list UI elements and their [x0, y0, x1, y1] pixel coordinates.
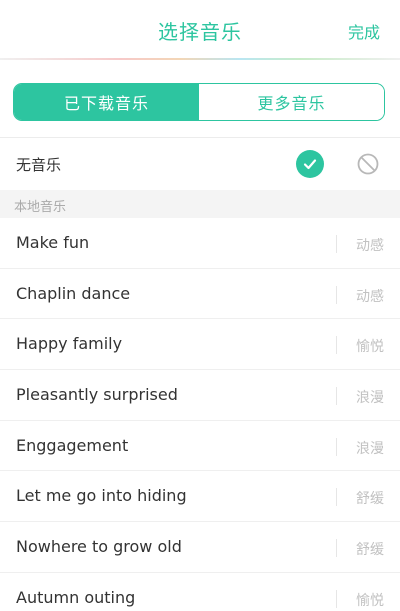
song-name: Chaplin dance	[16, 283, 131, 303]
divider	[336, 285, 337, 304]
mood-tag: 浪漫	[356, 390, 384, 407]
list-item[interactable]: Autumn outing 愉悦	[0, 573, 400, 611]
list-item[interactable]: Pleasantly surprised 浪漫	[0, 370, 400, 421]
tab-more-music[interactable]: 更多音乐	[199, 84, 384, 120]
song-name: Autumn outing	[16, 587, 136, 607]
section-header-local-music: 本地音乐	[0, 190, 400, 218]
divider	[336, 336, 337, 355]
list-item[interactable]: Happy family 愉悦	[0, 319, 400, 371]
song-name: Pleasantly surprised	[16, 385, 178, 405]
mood-tag: 动感	[356, 288, 384, 305]
done-button[interactable]: 完成	[348, 19, 380, 43]
tab-downloaded-music[interactable]: 已下载音乐	[14, 84, 199, 120]
divider	[336, 488, 337, 507]
header-bar: 选择音乐 完成	[0, 0, 400, 58]
divider	[336, 387, 337, 406]
song-name: Enggagement	[16, 435, 129, 455]
music-source-tabs: 已下载音乐 更多音乐	[13, 83, 385, 121]
list-item[interactable]: Make fun 动感	[0, 218, 400, 269]
section-label: 本地音乐	[14, 200, 67, 215]
list-item[interactable]: Nowhere to grow old 舒缓	[0, 522, 400, 573]
list-item[interactable]: Let me go into hiding 舒缓	[0, 471, 400, 523]
mood-tag: 动感	[356, 238, 384, 254]
divider	[336, 235, 337, 253]
ban-icon[interactable]	[356, 152, 380, 176]
no-music-row[interactable]: 无音乐	[0, 138, 400, 190]
divider	[336, 437, 337, 456]
mood-tag: 舒缓	[356, 491, 384, 508]
song-name: Let me go into hiding	[16, 486, 187, 506]
song-name: Happy family	[16, 334, 123, 354]
list-item[interactable]: Enggagement 浪漫	[0, 421, 400, 472]
list-item[interactable]: Chaplin dance 动感	[0, 269, 400, 320]
divider	[336, 589, 337, 608]
mood-tag: 舒缓	[356, 542, 384, 559]
page-title: 选择音乐	[158, 20, 242, 44]
checkmark-icon[interactable]	[296, 150, 324, 178]
no-music-label: 无音乐	[16, 156, 62, 174]
divider	[336, 539, 337, 558]
song-name: Make fun	[16, 233, 90, 252]
header-divider	[0, 58, 400, 60]
song-list: Make fun 动感 Chaplin dance 动感 Happy famil…	[0, 218, 400, 611]
mood-tag: 愉悦	[356, 339, 384, 356]
mood-tag: 浪漫	[356, 440, 384, 457]
mood-tag: 愉悦	[356, 592, 384, 609]
song-name: Nowhere to grow old	[16, 537, 182, 557]
